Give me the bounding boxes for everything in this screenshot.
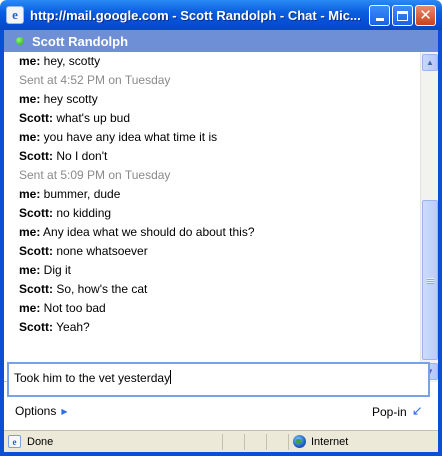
pop-in-label: Pop-in bbox=[372, 404, 407, 419]
message-sender: Scott: bbox=[19, 282, 53, 296]
message-sender: Scott: bbox=[19, 206, 53, 220]
pop-in-arrow-icon: ↙ bbox=[411, 404, 423, 419]
status-cell bbox=[266, 433, 288, 450]
chat-message: Scott: Yeah? bbox=[19, 318, 414, 337]
pop-in-button[interactable]: Pop-in ↙ bbox=[372, 404, 423, 419]
message-text: So, how's the cat bbox=[53, 282, 148, 296]
message-text: no kidding bbox=[53, 206, 112, 220]
status-cell bbox=[222, 433, 244, 450]
chat-message: me: hey scotty bbox=[19, 90, 414, 109]
message-text: you have any idea what time it is bbox=[40, 130, 218, 144]
message-sender: me: bbox=[19, 263, 41, 277]
options-menu-button[interactable]: Options ▶ bbox=[15, 404, 68, 418]
chevron-up-icon: ▲ bbox=[426, 58, 434, 67]
globe-icon bbox=[293, 435, 306, 448]
chat-message: me: you have any idea what time it is bbox=[19, 128, 414, 147]
message-sender: me: bbox=[19, 130, 41, 144]
message-sender: me: bbox=[19, 92, 41, 106]
chat-message: Scott: no kidding bbox=[19, 204, 414, 223]
contact-name: Scott Randolph bbox=[32, 33, 129, 49]
online-status-icon bbox=[16, 37, 24, 45]
message-sender: Scott: bbox=[19, 111, 53, 125]
zone-cell: Internet bbox=[288, 433, 438, 450]
options-row: Options ▶ Pop-in ↙ bbox=[4, 400, 438, 422]
message-sender: me: bbox=[19, 301, 41, 315]
message-text: hey, scotty bbox=[40, 54, 101, 68]
chat-message: me: hey, scotty bbox=[19, 52, 414, 71]
minimize-button[interactable] bbox=[369, 5, 390, 26]
minimize-icon bbox=[375, 18, 384, 21]
message-text: Yeah? bbox=[53, 320, 90, 334]
chat-message: Scott: what's up bud bbox=[19, 109, 414, 128]
message-sender: Scott: bbox=[19, 320, 53, 334]
message-input[interactable]: Took him to the vet yesterday bbox=[7, 362, 430, 397]
chat-message: Scott: none whatsoever bbox=[19, 242, 414, 261]
message-sender: me: bbox=[19, 54, 41, 68]
message-area: me: hey, scotty Sent at 4:52 PM on Tuesda… bbox=[4, 52, 438, 382]
message-text: Dig it bbox=[40, 263, 72, 277]
window-title: http://mail.google.com - Scott Randolph … bbox=[30, 7, 361, 23]
message-input-text: Took him to the vet yesterday bbox=[14, 371, 171, 385]
options-label: Options bbox=[15, 404, 57, 418]
message-text: none whatsoever bbox=[53, 244, 148, 258]
chat-message: me: Any idea what we should do about thi… bbox=[19, 223, 414, 242]
scrollbar[interactable]: ▲ ▼ bbox=[420, 52, 438, 382]
close-icon: ✕ bbox=[419, 6, 432, 24]
message-list: me: hey, scotty Sent at 4:52 PM on Tuesda… bbox=[19, 52, 414, 382]
title-bar[interactable]: e http://mail.google.com - Scott Randolp… bbox=[0, 0, 442, 30]
chat-message: Scott: So, how's the cat bbox=[19, 280, 414, 299]
chat-message: me: bummer, dude bbox=[19, 185, 414, 204]
message-text: what's up bud bbox=[53, 111, 131, 125]
window-frame: Scott Randolph me: hey, scotty Sent at 4:… bbox=[0, 30, 442, 456]
page-icon: e bbox=[8, 435, 21, 448]
chat-header[interactable]: Scott Randolph bbox=[4, 30, 438, 52]
zone-label: Internet bbox=[311, 435, 349, 448]
maximize-button[interactable] bbox=[392, 5, 413, 26]
message-sender: Scott: bbox=[19, 244, 53, 258]
message-text: hey scotty bbox=[40, 92, 98, 106]
status-bar: e Done Internet bbox=[4, 430, 438, 452]
chat-message: me: Not too bad bbox=[19, 299, 414, 318]
message-timestamp: Sent at 4:52 PM on Tuesday bbox=[19, 73, 171, 87]
message-sender: me: bbox=[19, 225, 41, 239]
message-text: Any idea what we should do about this? bbox=[40, 225, 255, 239]
scrollbar-thumb[interactable] bbox=[422, 200, 438, 360]
message-text: No I don't bbox=[53, 149, 108, 163]
arrow-right-icon: ▶ bbox=[61, 406, 68, 416]
message-text: bummer, dude bbox=[40, 187, 121, 201]
ie-icon: e bbox=[6, 6, 24, 24]
chat-message: me: Dig it bbox=[19, 261, 414, 280]
status-text: Done bbox=[27, 435, 54, 448]
message-sender: Scott: bbox=[19, 149, 53, 163]
message-timestamp: Sent at 5:09 PM on Tuesday bbox=[19, 168, 171, 182]
chat-window: Scott Randolph me: hey, scotty Sent at 4:… bbox=[4, 30, 438, 452]
status-cell bbox=[244, 433, 266, 450]
close-button[interactable]: ✕ bbox=[415, 5, 436, 26]
grip-icon bbox=[427, 278, 434, 284]
text-caret bbox=[170, 370, 172, 384]
chat-message: Scott: No I don't bbox=[19, 147, 414, 166]
maximize-icon bbox=[397, 10, 408, 21]
scroll-up-button[interactable]: ▲ bbox=[422, 54, 438, 71]
message-sender: me: bbox=[19, 187, 41, 201]
message-text: Not too bad bbox=[40, 301, 106, 315]
